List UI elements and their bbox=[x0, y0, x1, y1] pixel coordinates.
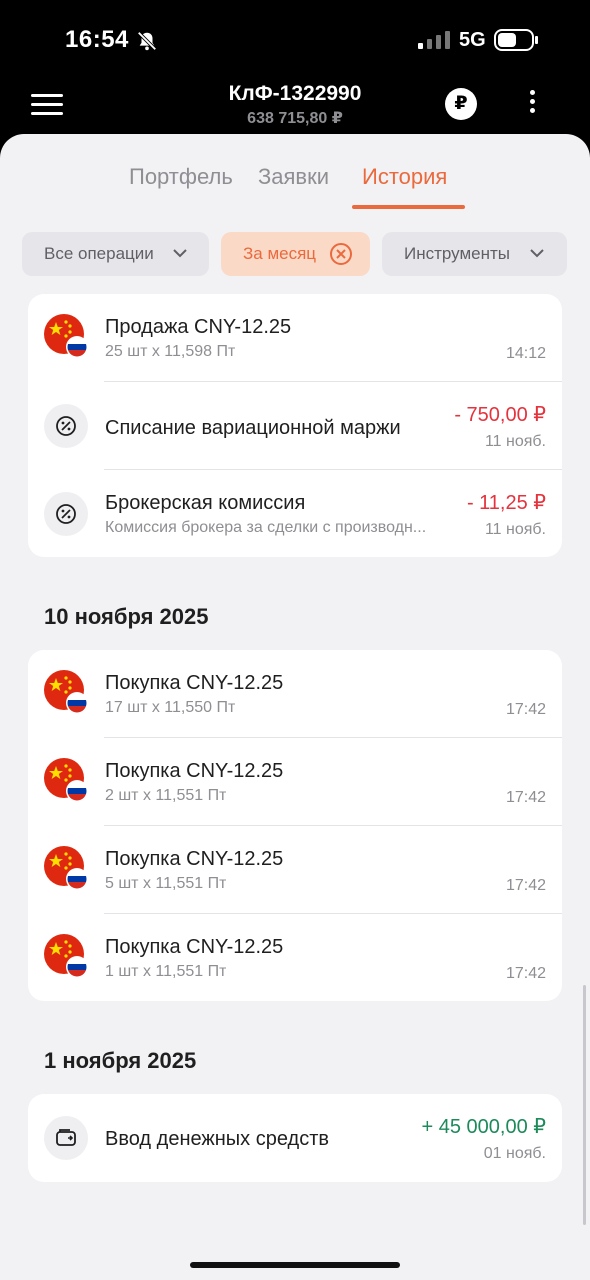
date-header: 10 ноября 2025 bbox=[44, 604, 209, 629]
operation-title: Покупка CNY-12.25 bbox=[105, 672, 284, 694]
operation-amount: - 750,00 ₽ bbox=[454, 404, 546, 426]
operation-row[interactable]: Продажа CNY-12.25 25 шт x 11,598 Пт 14:1… bbox=[28, 294, 562, 382]
operation-title: Продажа CNY-12.25 bbox=[105, 316, 292, 338]
operation-row[interactable]: Ввод денежных средств + 45 000,00 ₽ 01 н… bbox=[28, 1094, 562, 1182]
clear-filter-icon[interactable] bbox=[329, 242, 353, 266]
operation-amount: - 11,25 ₽ bbox=[466, 492, 546, 514]
filter-operations[interactable]: Все операции bbox=[22, 232, 209, 276]
operation-row[interactable]: Покупка CNY-12.25 5 шт x 11,551 Пт 17:42 bbox=[28, 826, 562, 914]
operation-title: Ввод денежных средств bbox=[105, 1128, 330, 1150]
date-header: 1 ноября 2025 bbox=[44, 1048, 197, 1073]
operation-time: 17:42 bbox=[505, 877, 546, 894]
operation-time: 17:42 bbox=[505, 701, 546, 718]
filter-operations-label: Все операции bbox=[44, 244, 154, 263]
operation-title: Брокерская комиссия bbox=[105, 492, 306, 514]
status-bar: 16:54 5G bbox=[0, 0, 590, 80]
app-header: КлФ-1322990 638 715,80 ₽ ₽ bbox=[0, 80, 590, 136]
status-time: 16:54 bbox=[65, 26, 129, 53]
china-russia-flag-icon bbox=[44, 758, 88, 802]
operation-subtitle: 1 шт x 11,551 Пт bbox=[105, 963, 227, 980]
tab-history[interactable]: История bbox=[362, 164, 447, 190]
operation-subtitle: Комиссия брокера за сделки с производн..… bbox=[105, 519, 427, 536]
operation-subtitle: 25 шт x 11,598 Пт bbox=[105, 343, 236, 360]
battery-icon bbox=[494, 29, 538, 51]
account-balance: 638 715,80 ₽ bbox=[247, 110, 343, 127]
tab-portfolio[interactable]: Портфель bbox=[129, 164, 233, 190]
percent-icon bbox=[44, 492, 88, 536]
operation-date: 11 нояб. bbox=[484, 521, 546, 538]
operation-title: Покупка CNY-12.25 bbox=[105, 848, 284, 870]
china-russia-flag-icon bbox=[44, 670, 88, 714]
operation-subtitle: 17 шт x 11,550 Пт bbox=[105, 699, 236, 716]
operation-row[interactable]: Покупка CNY-12.25 1 шт x 11,551 Пт 17:42 bbox=[28, 914, 562, 1002]
china-russia-flag-icon bbox=[44, 934, 88, 978]
operations-card: Продажа CNY-12.25 25 шт x 11,598 Пт 14:1… bbox=[28, 294, 562, 557]
operation-time: 14:12 bbox=[505, 345, 546, 362]
operation-row[interactable]: Покупка CNY-12.25 17 шт x 11,550 Пт 17:4… bbox=[28, 650, 562, 738]
more-dots-icon bbox=[529, 90, 535, 95]
bell-muted-icon bbox=[137, 31, 157, 51]
signal-icon bbox=[418, 31, 450, 49]
china-russia-flag-icon bbox=[44, 314, 88, 358]
operation-subtitle: 5 шт x 11,551 Пт bbox=[105, 875, 227, 892]
filter-period-label: За месяц bbox=[243, 244, 317, 263]
filter-instruments[interactable]: Инструменты bbox=[382, 232, 567, 276]
more-options-button[interactable] bbox=[520, 90, 544, 120]
network-type: 5G bbox=[459, 29, 486, 51]
account-title[interactable]: КлФ-1322990 bbox=[0, 82, 590, 106]
operation-date: 11 нояб. bbox=[484, 433, 546, 450]
operation-title: Покупка CNY-12.25 bbox=[105, 936, 284, 958]
operation-subtitle: 2 шт x 11,551 Пт bbox=[105, 787, 227, 804]
operation-row[interactable]: Брокерская комиссия Комиссия брокера за … bbox=[28, 470, 562, 558]
operation-amount: + 45 000,00 ₽ bbox=[421, 1116, 547, 1138]
wallet-deposit-icon bbox=[44, 1116, 88, 1160]
content-sheet: Портфель Заявки История Все операции За … bbox=[0, 134, 590, 1280]
active-tab-indicator bbox=[352, 205, 465, 209]
operation-row[interactable]: Списание вариационной маржи - 750,00 ₽ 1… bbox=[28, 382, 562, 470]
operation-date: 01 нояб. bbox=[483, 1145, 546, 1162]
scrollbar[interactable] bbox=[583, 985, 586, 1225]
china-russia-flag-icon bbox=[44, 846, 88, 890]
percent-icon bbox=[44, 404, 88, 448]
chevron-down-icon bbox=[530, 249, 544, 258]
filter-period[interactable]: За месяц bbox=[221, 232, 370, 276]
operation-time: 17:42 bbox=[505, 965, 546, 982]
ruble-currency-button[interactable]: ₽ bbox=[445, 88, 477, 120]
filter-instruments-label: Инструменты bbox=[404, 244, 511, 263]
operation-time: 17:42 bbox=[505, 789, 546, 806]
operations-card: Ввод денежных средств + 45 000,00 ₽ 01 н… bbox=[28, 1094, 562, 1182]
home-indicator[interactable] bbox=[190, 1262, 400, 1268]
operation-row[interactable]: Покупка CNY-12.25 2 шт x 11,551 Пт 17:42 bbox=[28, 738, 562, 826]
operation-title: Покупка CNY-12.25 bbox=[105, 760, 284, 782]
chevron-down-icon bbox=[173, 249, 187, 258]
operations-card: Покупка CNY-12.25 17 шт x 11,550 Пт 17:4… bbox=[28, 650, 562, 1001]
operation-title: Списание вариационной маржи bbox=[105, 417, 401, 439]
tab-orders[interactable]: Заявки bbox=[258, 164, 329, 190]
